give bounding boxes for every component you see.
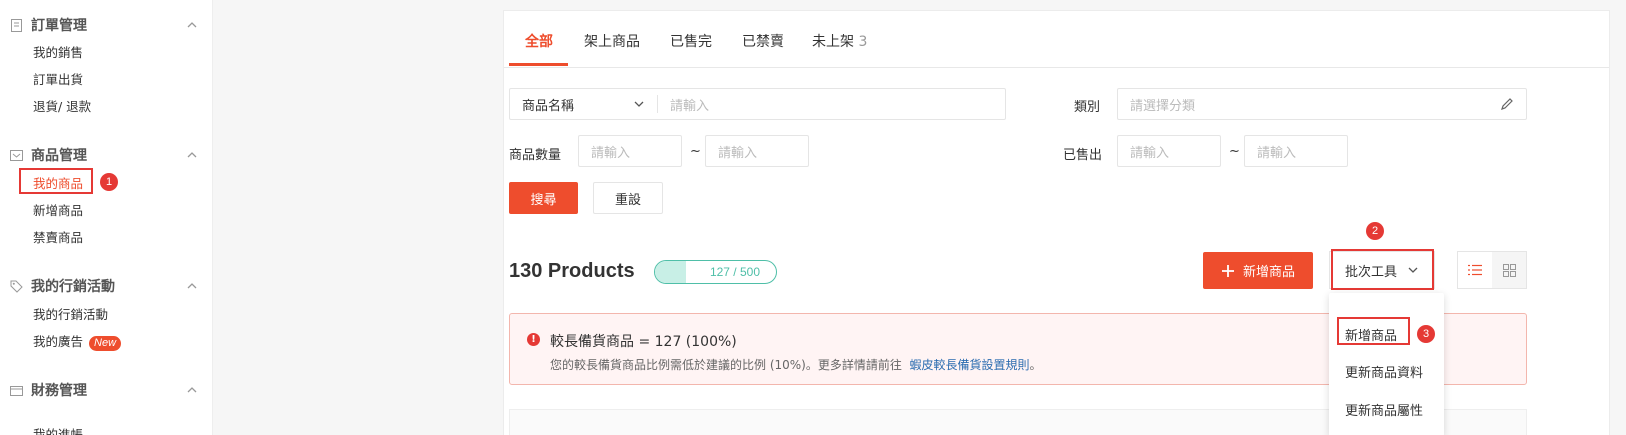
grid-view-button[interactable] — [1492, 252, 1526, 288]
new-badge: New — [89, 336, 122, 351]
tab-sold-out[interactable]: 已售完 — [670, 31, 712, 51]
annotation-box-my-products — [19, 168, 93, 194]
add-product-label: 新增商品 — [1242, 265, 1295, 280]
sidebar: 訂單管理 我的銷售 訂單出貨 退貨/ 退款 商品管理 我的商品 1 新增商品 禁… — [0, 0, 213, 435]
chevron-down-icon — [634, 101, 644, 107]
tab-unlisted[interactable]: 未上架 3 — [812, 31, 867, 51]
dropdown-item-update-info[interactable]: 更新商品資料 — [1345, 362, 1423, 381]
alert-link[interactable]: 蝦皮較長備貨設置規則 — [910, 358, 1030, 372]
grid-icon — [1502, 263, 1516, 277]
sold-label: 已售出 — [1063, 148, 1103, 163]
sidebar-section-orders[interactable]: 訂單管理 — [10, 15, 198, 35]
product-name-input[interactable]: 請輸入 — [658, 95, 709, 114]
chevron-up-icon[interactable] — [186, 149, 198, 161]
search-field-select[interactable]: 商品名稱 — [510, 95, 658, 114]
sold-min-input[interactable]: 請輸入 — [1117, 135, 1221, 167]
batch-tools-dropdown: 新增商品 3 更新商品資料 更新商品屬性 — [1329, 293, 1444, 435]
sidebar-item-returns[interactable]: 退貨/ 退款 — [33, 96, 91, 115]
quantity-label: 商品數量 — [509, 148, 562, 163]
sidebar-section-title: 財務管理 — [31, 383, 87, 399]
order-icon — [11, 18, 22, 32]
category-label: 類別 — [1074, 100, 1101, 115]
chevron-up-icon[interactable] — [186, 384, 198, 396]
product-quota-bar: 127 / 500 — [654, 260, 777, 284]
reset-button[interactable]: 重設 — [593, 182, 663, 214]
dropdown-item-update-attributes[interactable]: 更新商品屬性 — [1345, 400, 1423, 419]
sidebar-item-banned-products[interactable]: 禁賣商品 — [33, 227, 83, 246]
sidebar-item-add-product[interactable]: 新增商品 — [33, 200, 83, 219]
quantity-min-input[interactable]: 請輸入 — [578, 135, 682, 167]
range-separator: ~ — [1229, 144, 1240, 159]
chevron-up-icon[interactable] — [186, 19, 198, 31]
sidebar-item-my-ads[interactable]: 我的廣告 New — [33, 331, 122, 351]
search-button[interactable]: 搜尋 — [509, 182, 578, 214]
tag-icon — [10, 280, 23, 293]
sidebar-section-products[interactable]: 商品管理 — [10, 145, 198, 165]
annotation-box-batch-tools — [1331, 249, 1434, 290]
list-view-button[interactable] — [1458, 252, 1492, 288]
wallet-icon — [10, 385, 23, 396]
step-marker-2: 2 — [1366, 222, 1384, 240]
quota-text: 127 / 500 — [709, 265, 760, 279]
tab-count: 3 — [858, 34, 868, 50]
tab-banned[interactable]: 已禁賣 — [742, 31, 784, 51]
edit-icon — [1501, 98, 1513, 110]
sidebar-item-my-income[interactable]: 我的進帳 — [33, 424, 83, 435]
product-name-search: 商品名稱 請輸入 — [509, 88, 1006, 120]
sidebar-item-my-marketing[interactable]: 我的行銷活動 — [33, 304, 108, 323]
range-separator: ~ — [690, 144, 701, 159]
product-icon — [10, 149, 23, 161]
add-product-button[interactable]: 新增商品 — [1203, 252, 1313, 289]
step-marker-3: 3 — [1417, 325, 1435, 343]
sidebar-section-title: 我的行銷活動 — [31, 279, 115, 295]
sidebar-section-title: 訂單管理 — [31, 18, 87, 34]
sidebar-item-my-sales[interactable]: 我的銷售 — [33, 42, 83, 61]
tab-live[interactable]: 架上商品 — [584, 31, 640, 51]
tab-all[interactable]: 全部 — [525, 31, 553, 51]
list-icon — [1468, 264, 1482, 276]
plus-icon — [1221, 264, 1234, 277]
alert-icon: ! — [527, 333, 540, 346]
active-tab-indicator — [509, 63, 568, 66]
status-tabs: 全部 架上商品 已售完 已禁賣 未上架 3 — [504, 11, 1609, 68]
category-select[interactable]: 請選擇分類 — [1117, 88, 1527, 120]
sidebar-section-finance[interactable]: 財務管理 — [10, 380, 198, 400]
product-count-title: 130 Products — [509, 260, 635, 282]
quantity-max-input[interactable]: 請輸入 — [705, 135, 809, 167]
products-panel: 全部 架上商品 已售完 已禁賣 未上架 3 商品名稱 請輸入 類別 請選擇分類 … — [503, 10, 1610, 435]
alert-description: 您的較長備貨商品比例需低於建議的比例 (10%)。更多詳情請前往 蝦皮較長備貨設… — [550, 358, 1042, 372]
annotation-box-add-product — [1337, 317, 1410, 345]
alert-title: 較長備貨商品 = 127 (100%) — [550, 334, 737, 350]
sidebar-item-shipment[interactable]: 訂單出貨 — [33, 69, 83, 88]
sidebar-item-label: 我的廣告 — [33, 334, 84, 349]
sold-max-input[interactable]: 請輸入 — [1244, 135, 1348, 167]
view-toggle — [1457, 251, 1527, 289]
step-marker-1: 1 — [100, 173, 118, 191]
sidebar-section-title: 商品管理 — [31, 148, 87, 164]
chevron-up-icon[interactable] — [186, 280, 198, 292]
sidebar-section-marketing[interactable]: 我的行銷活動 — [10, 276, 198, 296]
